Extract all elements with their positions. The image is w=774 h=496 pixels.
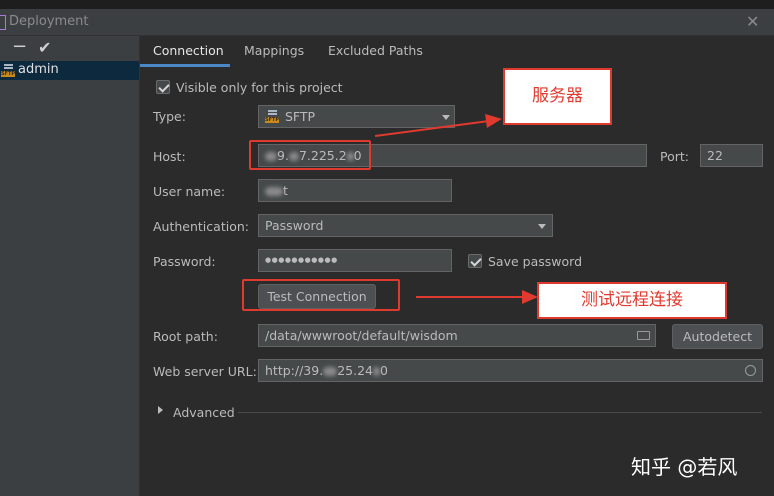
server-annotation-label: 服务器: [503, 68, 612, 125]
test-connection-highlight-box: [242, 279, 400, 311]
server-list-item-admin[interactable]: SFTP admin: [0, 61, 139, 80]
close-icon[interactable]: ✕: [746, 12, 759, 31]
port-label: Port:: [660, 149, 689, 164]
web-url-part2: 25.24: [337, 363, 373, 378]
title-bar: Deployment ✕: [0, 9, 774, 36]
server-name-label: admin: [18, 62, 59, 77]
save-password-label: Save password: [488, 254, 583, 269]
host-highlight-box: [249, 140, 371, 170]
window-icon: [0, 15, 6, 30]
type-value: SFTP: [285, 109, 316, 124]
save-password-checkbox[interactable]: [468, 254, 482, 268]
type-select[interactable]: SFTP SFTP: [258, 105, 455, 128]
username-input[interactable]: t: [258, 179, 452, 202]
sftp-server-icon: SFTP: [1, 64, 15, 78]
test-annotation-label: 测试远程连接: [537, 282, 727, 319]
password-input[interactable]: ●●●●●●●●●●●: [258, 249, 452, 272]
advanced-section-toggle[interactable]: Advanced: [173, 405, 235, 420]
annotation-arrow-line: [416, 296, 524, 298]
host-label: Host:: [153, 149, 186, 164]
root-path-label: Root path:: [153, 329, 218, 344]
web-server-url-label: Web server URL:: [153, 364, 257, 379]
web-url-part3: 0: [379, 363, 388, 378]
tab-connection[interactable]: Connection: [153, 43, 224, 58]
tab-excluded-paths[interactable]: Excluded Paths: [328, 43, 423, 58]
folder-icon[interactable]: [637, 331, 650, 340]
set-default-check-icon[interactable]: ✔: [38, 38, 51, 57]
redacted-blur: [323, 367, 338, 376]
remove-server-icon[interactable]: −: [12, 36, 27, 57]
root-path-input[interactable]: /data/wwwroot/default/wisdom: [258, 324, 656, 347]
tab-mappings[interactable]: Mappings: [244, 43, 304, 58]
annotation-arrow-head: [522, 290, 538, 304]
root-path-value: /data/wwwroot/default/wisdom: [265, 328, 458, 343]
redacted-blur: [265, 187, 283, 196]
chevron-right-icon[interactable]: [158, 406, 163, 414]
sftp-type-icon: SFTP: [265, 110, 279, 124]
web-url-part1: http://39.: [265, 363, 324, 378]
server-list-sidebar: − ✔ SFTP admin: [0, 36, 140, 496]
watermark-text: 知乎 @若风: [631, 455, 738, 479]
window-title: Deployment: [9, 14, 89, 29]
authentication-value: Password: [265, 218, 324, 233]
username-value: t: [283, 183, 288, 198]
chevron-down-icon: [442, 115, 450, 120]
globe-icon[interactable]: [745, 365, 756, 376]
visible-only-checkbox[interactable]: [156, 80, 170, 94]
autodetect-button[interactable]: Autodetect: [672, 324, 763, 349]
port-input[interactable]: 22: [700, 144, 763, 167]
visible-only-label: Visible only for this project: [176, 80, 343, 95]
authentication-select[interactable]: Password: [258, 214, 553, 237]
username-label: User name:: [153, 184, 226, 199]
active-tab-indicator: [140, 64, 230, 67]
authentication-label: Authentication:: [153, 219, 249, 234]
type-label: Type:: [153, 109, 186, 124]
password-label: Password:: [153, 254, 216, 269]
top-strip: [0, 0, 774, 9]
redacted-blur: [372, 367, 380, 376]
chevron-down-icon: [538, 224, 546, 229]
annotation-arrow-head: [485, 111, 503, 128]
web-server-url-input[interactable]: http://39. 25.24 0: [258, 359, 763, 382]
advanced-separator: [238, 412, 762, 413]
